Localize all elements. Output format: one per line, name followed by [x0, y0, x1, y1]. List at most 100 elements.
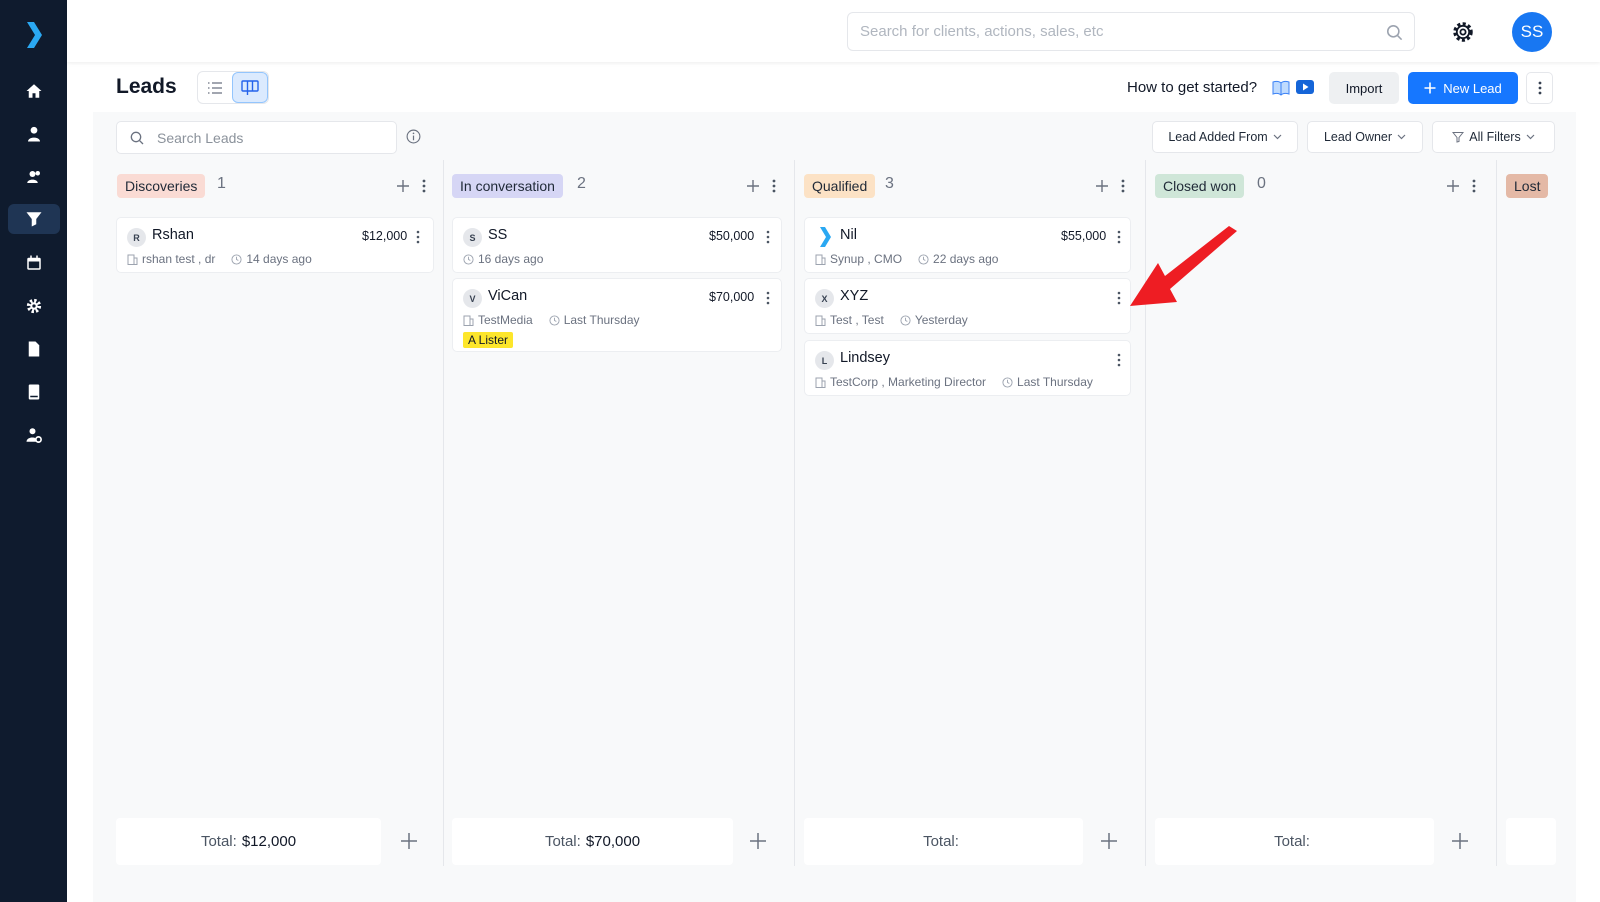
settings-gear-icon[interactable] [1451, 20, 1475, 44]
app-logo[interactable] [25, 22, 43, 48]
stage-tag-discoveries: Discoveries [117, 174, 206, 198]
lead-name[interactable]: ViCan [488, 288, 527, 304]
building-icon [463, 315, 474, 326]
lead-company: Test , Test [830, 313, 884, 327]
lead-search-input[interactable] [117, 122, 396, 153]
filter-label: All Filters [1469, 130, 1521, 144]
building-icon [815, 254, 826, 265]
sidebar-item-settings[interactable] [8, 291, 60, 321]
lead-avatar: X [815, 289, 834, 308]
topbar: SS [67, 0, 1600, 62]
stage-count: 3 [885, 175, 894, 192]
add-card-button[interactable] [394, 176, 412, 196]
lead-name[interactable]: Rshan [152, 227, 194, 243]
card-menu-icon[interactable] [766, 230, 770, 244]
sidebar-item-leads[interactable] [8, 204, 60, 234]
lead-time: 16 days ago [478, 252, 544, 266]
lead-meta: TestCorp , Marketing Director Last Thurs… [815, 375, 1093, 389]
add-card-button[interactable] [1093, 176, 1111, 196]
column-menu-button[interactable] [765, 176, 783, 196]
card-menu-icon[interactable] [1117, 291, 1121, 305]
lead-name[interactable]: SS [488, 227, 507, 243]
filter-all-filters[interactable]: All Filters [1432, 121, 1555, 153]
lead-card-rshan[interactable]: R Rshan $12,000 rshan test , dr 14 days … [116, 217, 434, 273]
board-view-button[interactable] [232, 72, 268, 103]
global-search[interactable] [847, 12, 1415, 51]
add-card-button[interactable] [744, 176, 762, 196]
stage-tag-closed-won: Closed won [1155, 174, 1245, 198]
card-menu-icon[interactable] [1117, 230, 1121, 244]
filter-label: Lead Added From [1168, 130, 1268, 144]
lead-card-lindsey[interactable]: L Lindsey TestCorp , Marketing Director … [804, 340, 1131, 396]
add-lead-plus-icon[interactable] [1100, 832, 1118, 850]
info-icon[interactable] [406, 129, 421, 144]
lead-company: TestMedia [478, 313, 533, 327]
global-search-input[interactable] [848, 13, 1414, 50]
add-lead-plus-icon[interactable] [1451, 832, 1469, 850]
add-lead-plus-icon[interactable] [749, 832, 767, 850]
guide-book-icon[interactable] [1272, 80, 1290, 96]
add-card-button[interactable] [1444, 176, 1462, 196]
building-icon [127, 254, 138, 265]
lead-name[interactable]: Lindsey [840, 350, 890, 366]
card-menu-icon[interactable] [766, 291, 770, 305]
new-lead-button[interactable]: New Lead [1408, 72, 1518, 104]
lead-search[interactable] [116, 121, 397, 154]
lead-name[interactable]: Nil [840, 227, 857, 243]
lead-card-xyz[interactable]: X XYZ Test , Test Yesterday [804, 278, 1131, 334]
sidebar-item-documents[interactable] [8, 334, 60, 364]
lead-card-vican[interactable]: V ViCan $70,000 TestMedia Last Thursday … [452, 278, 782, 352]
filter-lead-owner[interactable]: Lead Owner [1307, 121, 1423, 153]
lead-tag: A Lister [463, 332, 514, 348]
annotation-arrow [1130, 226, 1237, 306]
column-divider [794, 160, 795, 866]
sidebar-item-user-settings[interactable] [8, 420, 60, 450]
list-view-button[interactable] [198, 72, 232, 103]
video-play-icon[interactable] [1296, 80, 1314, 94]
lead-amount: $50,000 [709, 229, 755, 243]
lead-avatar: L [815, 351, 834, 370]
add-lead-plus-icon[interactable] [400, 832, 418, 850]
lead-name[interactable]: XYZ [840, 288, 868, 304]
stage-tag-lost: Lost [1506, 174, 1549, 198]
column-total: Total: [1155, 818, 1434, 865]
column-total: Total: [804, 818, 1083, 865]
kebab-icon [1472, 179, 1476, 193]
lead-time: Yesterday [914, 313, 968, 327]
search-icon [130, 131, 144, 145]
sidebar-item-reports[interactable] [8, 377, 60, 407]
column-total [1506, 818, 1556, 865]
search-icon[interactable] [1385, 23, 1404, 42]
filter-icon [1452, 132, 1465, 143]
plus-icon [1424, 82, 1436, 94]
lead-meta: Synup , CMO 22 days ago [815, 252, 998, 266]
stage-count: 2 [577, 175, 586, 192]
column-menu-button[interactable] [415, 176, 433, 196]
filter-lead-added-from[interactable]: Lead Added From [1152, 121, 1298, 153]
sidebar-item-calendar[interactable] [8, 248, 60, 278]
card-menu-icon[interactable] [1117, 353, 1121, 367]
sidebar [0, 0, 67, 902]
lead-avatar: R [127, 228, 146, 247]
sidebar-item-clients[interactable] [8, 162, 60, 192]
lead-card-ss[interactable]: S SS $50,000 16 days ago [452, 217, 782, 273]
column-menu-button[interactable] [1465, 176, 1483, 196]
stage-tag-qualified: Qualified [804, 174, 876, 198]
lead-card-nil[interactable]: Nil $55,000 Synup , CMO 22 days ago [804, 217, 1131, 273]
more-options-button[interactable] [1526, 72, 1553, 104]
column-menu-button[interactable] [1114, 176, 1132, 196]
stage-count: 1 [217, 175, 226, 192]
clock-icon [900, 314, 911, 326]
card-menu-icon[interactable] [416, 230, 420, 244]
import-button[interactable]: Import [1329, 72, 1399, 104]
sidebar-item-home[interactable] [8, 76, 60, 106]
sidebar-item-contacts[interactable] [8, 119, 60, 149]
column-divider [1496, 160, 1497, 866]
column-total: Total: $12,000 [116, 818, 381, 865]
document-icon [28, 341, 40, 357]
user-avatar[interactable]: SS [1512, 12, 1552, 52]
total-label: Total: [200, 833, 237, 850]
calendar-icon [27, 255, 41, 270]
total-value: $12,000 [241, 833, 297, 850]
kebab-icon [1121, 179, 1125, 193]
